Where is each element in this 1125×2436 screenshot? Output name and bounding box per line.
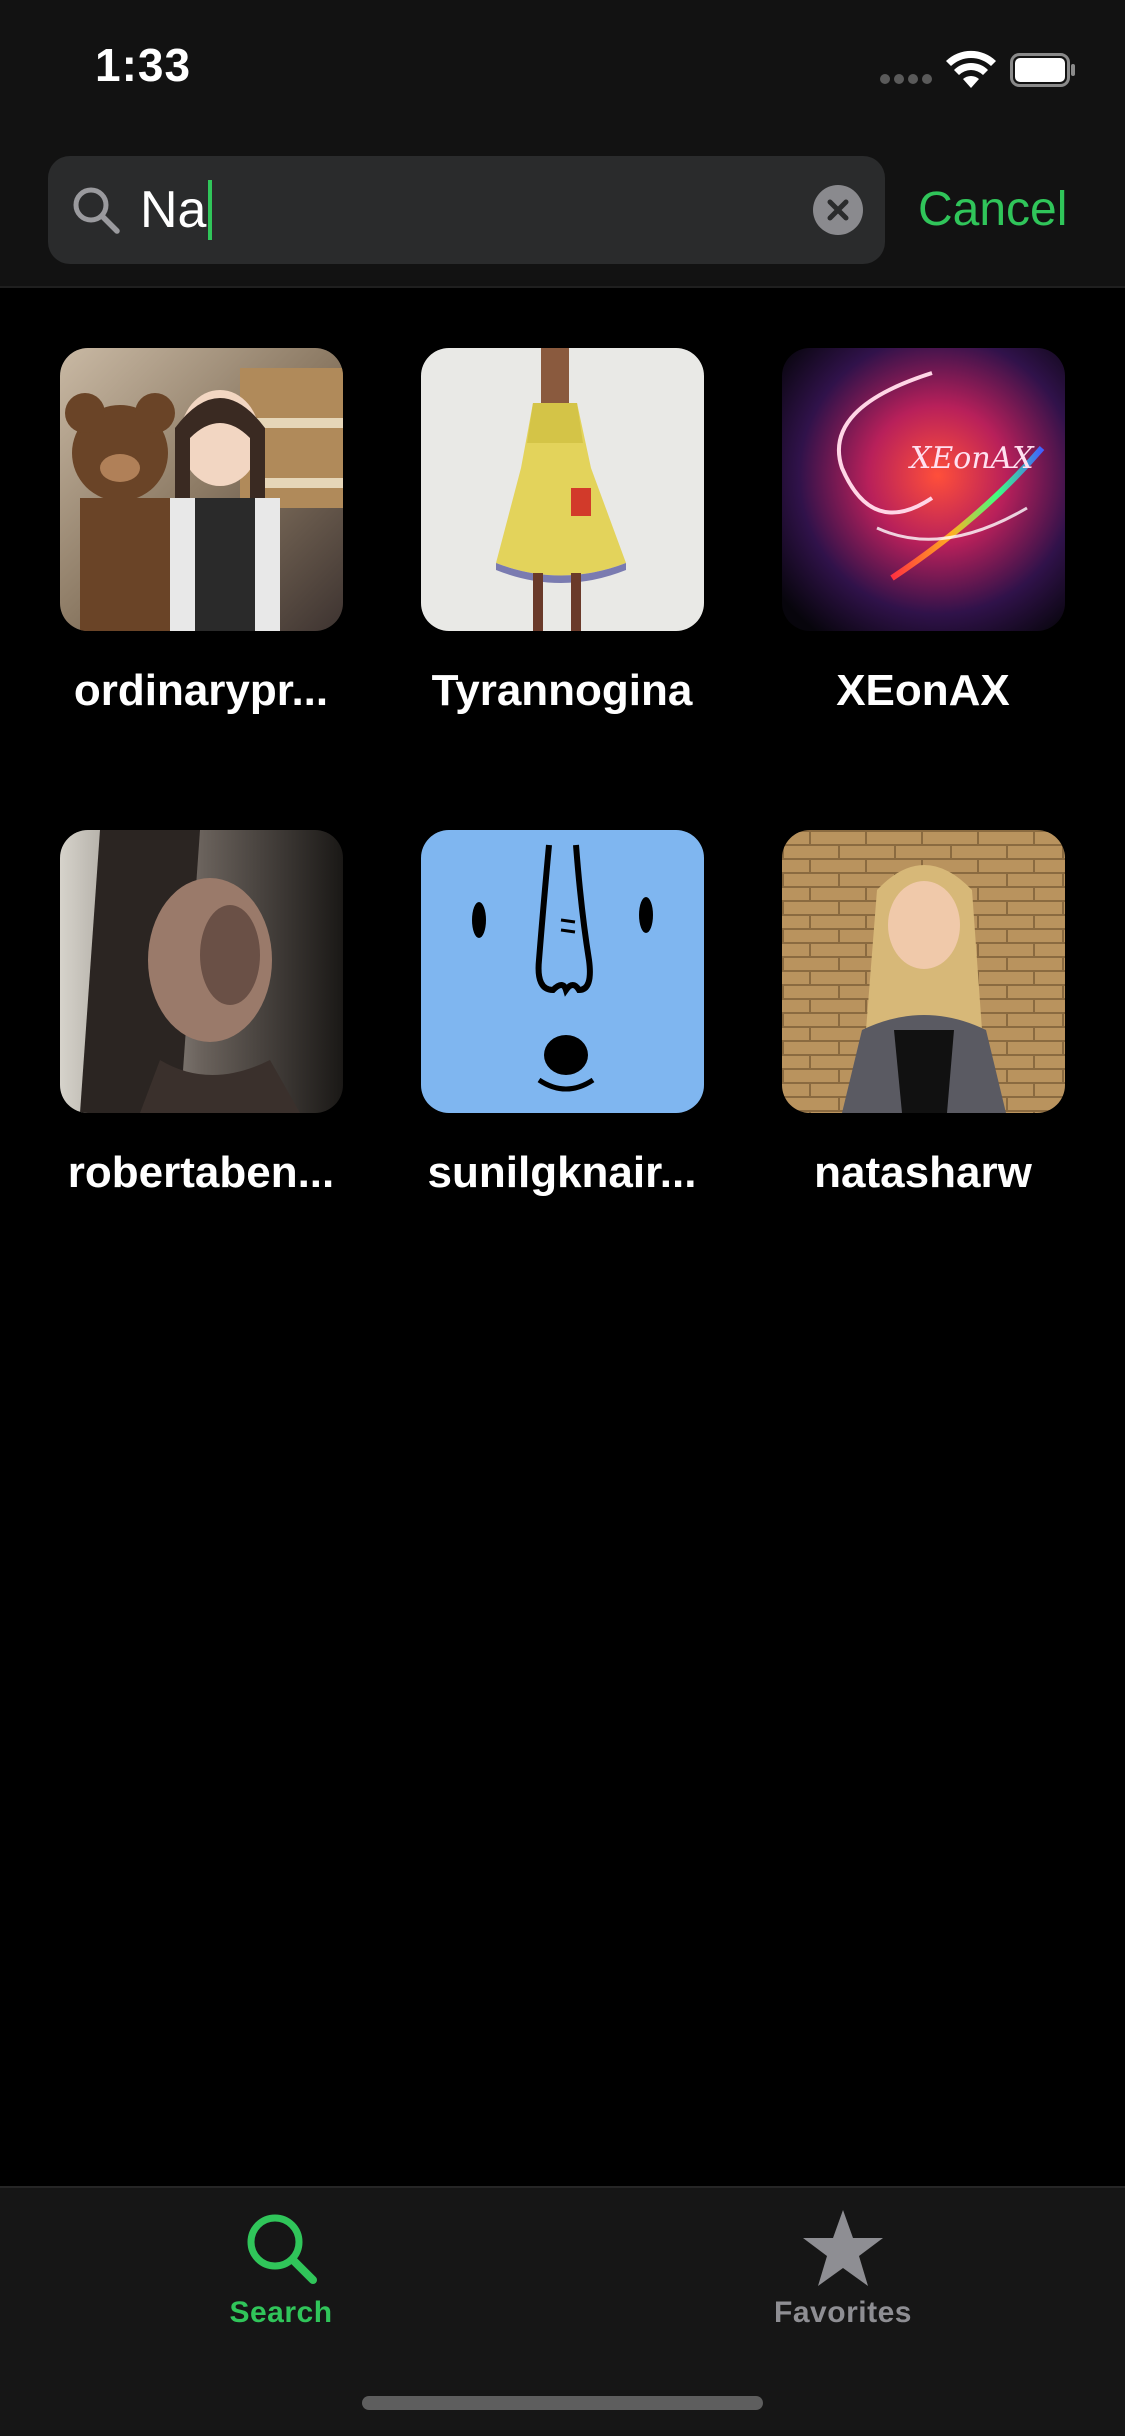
search-screen: 1:33 Na Cancel ordinarypr... Tyrannogina…	[0, 0, 1125, 2436]
avatar: XEonAX	[782, 348, 1065, 631]
result-name: natasharw	[814, 1148, 1032, 1197]
result-name: robertaben...	[67, 1148, 335, 1197]
result-name: XEonAX	[836, 666, 1010, 715]
tab-favorites[interactable]: Favorites	[562, 2188, 1124, 2378]
tab-search[interactable]: Search	[0, 2188, 562, 2378]
wifi-icon	[946, 50, 996, 88]
search-field[interactable]: Na	[48, 156, 885, 264]
result-item[interactable]: natasharw	[722, 830, 1083, 1250]
avatar	[421, 348, 704, 631]
search-input-text: Na	[140, 181, 207, 239]
search-input[interactable]: Na	[140, 178, 213, 242]
tab-search-label: Search	[229, 2296, 333, 2329]
text-caret	[208, 180, 213, 241]
result-item[interactable]: sunilgknair...	[361, 830, 722, 1250]
star-icon	[803, 2210, 883, 2286]
avatar	[421, 830, 704, 1113]
status-bar: 1:33	[0, 0, 1125, 140]
search-icon	[247, 2214, 317, 2284]
status-time: 1:33	[95, 39, 192, 91]
svg-text:XEonAX: XEonAX	[908, 441, 1035, 476]
cancel-button[interactable]: Cancel	[918, 178, 1067, 242]
result-name: sunilgknair...	[427, 1148, 697, 1197]
result-item[interactable]: XEonAX XEonAX	[722, 348, 1083, 768]
result-name: Tyrannogina	[431, 666, 693, 715]
search-row: Na Cancel	[0, 156, 1125, 264]
cellular-signal-icon	[880, 74, 932, 84]
clear-search-button[interactable]	[813, 185, 863, 235]
result-item[interactable]: ordinarypr...	[0, 348, 361, 768]
tab-favorites-label: Favorites	[774, 2296, 912, 2329]
avatar	[60, 830, 343, 1113]
result-name: ordinarypr...	[73, 666, 329, 715]
avatar	[60, 348, 343, 631]
battery-icon	[1010, 53, 1075, 87]
result-item[interactable]: robertaben...	[0, 830, 361, 1250]
clear-icon	[827, 199, 849, 221]
result-item[interactable]: Tyrannogina	[361, 348, 722, 768]
avatar	[782, 830, 1065, 1113]
search-icon	[73, 187, 120, 234]
top-bar: 1:33 Na Cancel	[0, 0, 1125, 288]
home-indicator	[362, 2396, 763, 2410]
